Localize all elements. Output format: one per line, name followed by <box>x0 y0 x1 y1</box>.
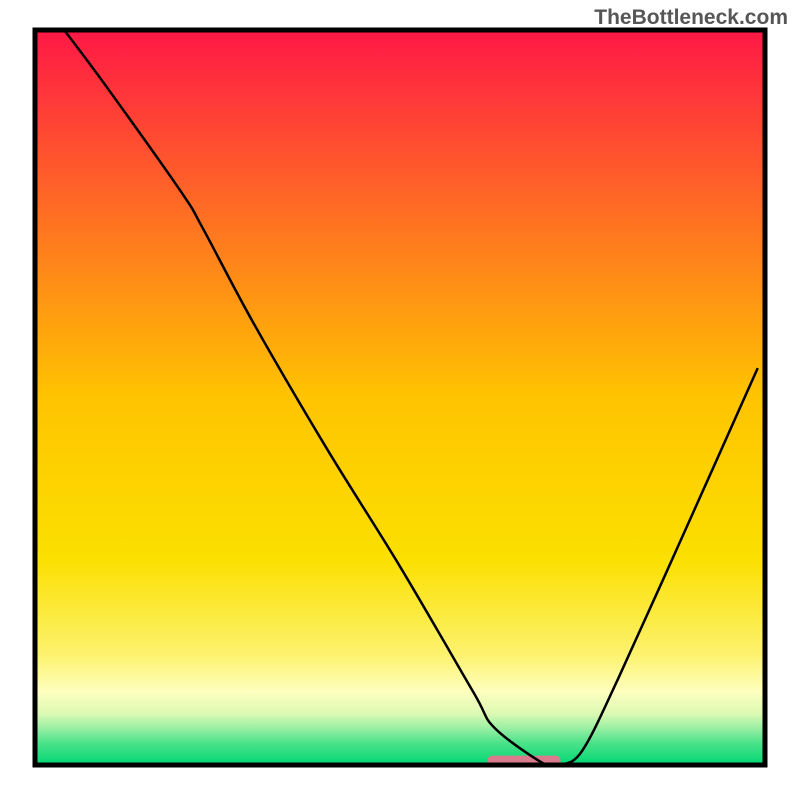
bottleneck-chart <box>0 0 800 800</box>
watermark-text: TheBottleneck.com <box>594 6 788 30</box>
chart-container: TheBottleneck.com <box>0 0 800 800</box>
